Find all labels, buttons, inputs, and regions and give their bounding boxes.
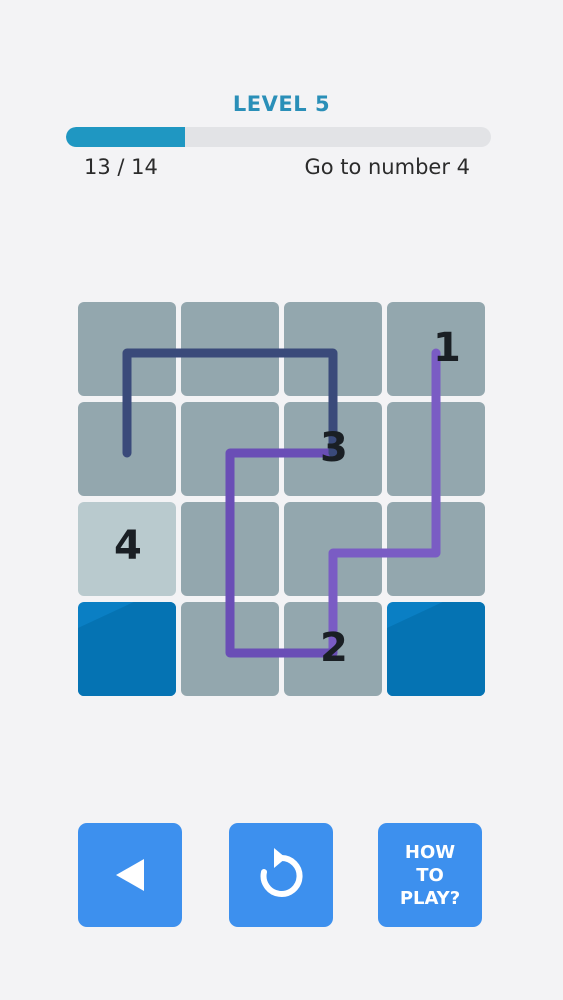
- progress-bar: [66, 127, 491, 147]
- how-to-play-button[interactable]: HOW TO PLAY?: [378, 823, 482, 927]
- restart-button[interactable]: [229, 823, 333, 927]
- back-button[interactable]: [78, 823, 182, 927]
- grid-tile[interactable]: [284, 302, 382, 396]
- grid-tile[interactable]: [78, 302, 176, 396]
- tile-number: 3: [320, 425, 348, 471]
- restart-arrow-icon: [260, 848, 303, 897]
- grid-tile[interactable]: [387, 502, 485, 596]
- grid-tile[interactable]: [181, 402, 279, 496]
- goal-text: Go to number 4: [304, 155, 470, 179]
- help-line-1: HOW: [404, 841, 456, 863]
- triangle-left-icon: [116, 859, 144, 891]
- tile-number: 2: [320, 625, 348, 671]
- blocked-tile: [387, 602, 485, 696]
- progress-fill: [66, 127, 185, 147]
- progress-count: 13 / 14: [84, 155, 158, 179]
- help-line-3: PLAY?: [399, 887, 461, 909]
- grid-tile[interactable]: [284, 502, 382, 596]
- grid-tile[interactable]: [78, 402, 176, 496]
- tile-number: 1: [433, 325, 461, 371]
- level-title: LEVEL 5: [232, 92, 331, 116]
- grid-tile[interactable]: [181, 302, 279, 396]
- grid-tile[interactable]: [387, 402, 485, 496]
- grid-tile[interactable]: [181, 602, 279, 696]
- blocked-tile: [78, 602, 176, 696]
- game-board: 1 3 4 2: [78, 302, 485, 697]
- tile-number: 4: [114, 523, 142, 569]
- help-line-2: TO: [416, 864, 444, 886]
- grid-tile[interactable]: [181, 502, 279, 596]
